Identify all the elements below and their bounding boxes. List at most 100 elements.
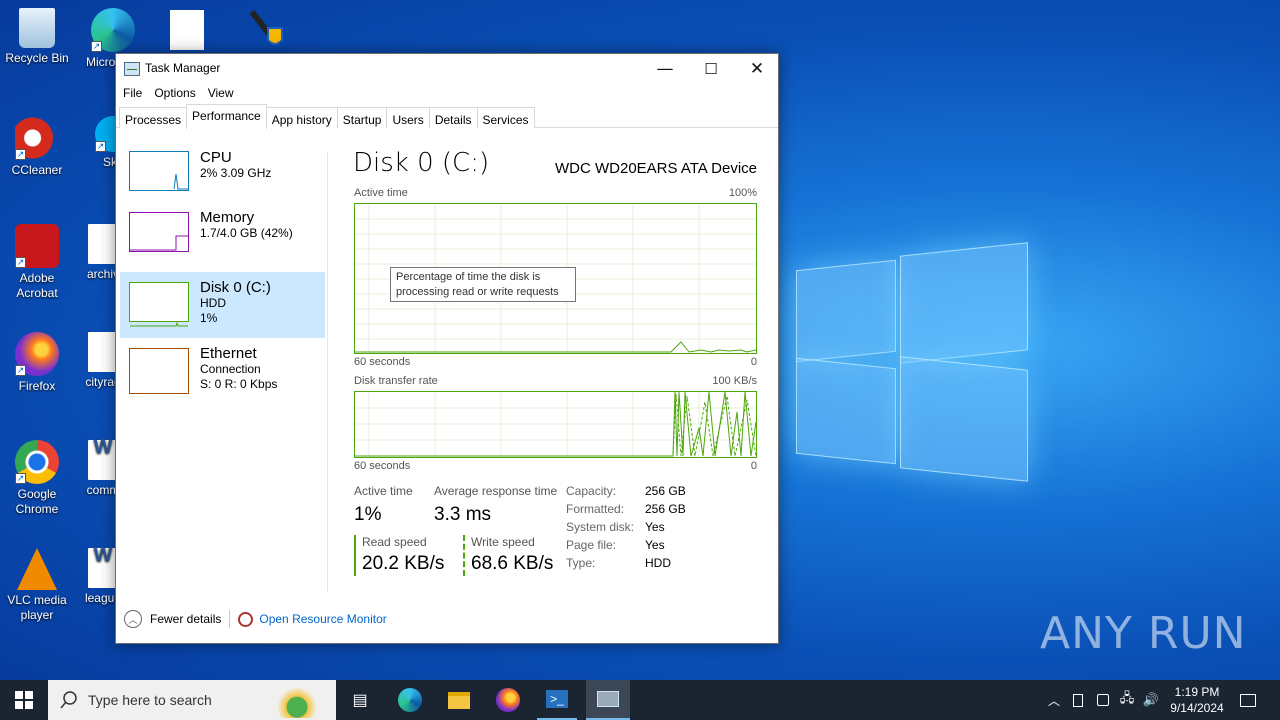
desktop-icon-label: VLC media player [7,593,67,622]
firefox-icon [496,688,520,712]
info-key-formatted: Formatted: [566,502,625,516]
memory-thumbnail-graph [129,212,189,252]
tab-startup[interactable]: Startup [336,107,388,128]
sidebar-item-label: Memory [200,209,255,226]
sidebar-item-label: CPU [200,149,232,166]
stat-avg-response-value: 3.3 ms [434,504,492,525]
sidebar-item-cpu[interactable]: CPU 2% 3.09 GHz [120,149,325,212]
word-doc-icon: W [88,437,118,480]
active-time-max-label: 100% [728,187,757,199]
menu-file[interactable]: File [123,83,148,104]
open-resource-monitor-link[interactable]: Open Resource Monitor [259,612,386,626]
task-view-button[interactable]: ▤ [340,680,380,720]
tab-processes[interactable]: Processes [119,107,188,128]
volume-icon: 🔊 [1142,692,1160,707]
tab-details[interactable]: Details [428,107,478,128]
vlc-icon [17,548,57,590]
tray-network-icon[interactable]: 🖧 [1116,680,1138,720]
tablet-icon [1073,693,1083,707]
tooltip-line: Percentage of time the disk is [396,271,541,283]
task-manager-window: Task Manager — ☐ ✕ File Options View Pro… [115,53,779,644]
task-view-icon: ▤ [352,692,368,709]
tray-clock[interactable]: 1:19 PM 9/14/2024 [1164,680,1230,720]
taskbar-task-manager[interactable] [586,680,630,720]
tab-users[interactable]: Users [386,107,430,128]
tooltip-line: processing read or write requests [396,286,559,298]
chevron-up-icon[interactable]: ︿ [124,610,142,628]
desktop-icon-label: CCleaner [11,163,63,177]
acrobat-icon: ↗ [15,224,59,268]
title-bar[interactable]: Task Manager — ☐ ✕ [116,54,778,83]
sidebar-item-ethernet[interactable]: Ethernet Connection S: 0 R: 0 Kbps [120,338,325,398]
sidebar-divider [327,152,328,592]
minimize-button[interactable]: — [642,54,688,83]
performance-sidebar: CPU 2% 3.09 GHz Memory 1.7/4.0 GB (42%) … [120,149,325,398]
desktop-icon-firefox[interactable]: ↗ Firefox [0,332,74,394]
sidebar-item-label: Ethernet [200,345,257,362]
edge-icon [398,688,422,712]
taskbar: Type here to search ▤ >_ ︿ 🖧 🔊 1:19 PM 9… [0,680,1280,720]
notification-center-button[interactable] [1234,680,1262,720]
footer: ︿ Fewer details Open Resource Monitor [124,610,387,628]
clock-time: 1:19 PM [1174,685,1220,699]
folder-icon [448,691,470,709]
active-time-zero-label: 0 [750,356,757,368]
desktop-icon-acrobat[interactable]: ↗ Adobe Acrobat [0,224,74,301]
maximize-button[interactable]: ☐ [688,54,734,83]
info-key-capacity: Capacity: [566,484,617,498]
tools-shield-icon[interactable] [244,6,286,50]
graph-tooltip: Percentage of time the disk is processin… [390,267,576,302]
info-value-formatted: 256 GB [645,502,686,516]
info-value-capacity: 256 GB [645,484,686,498]
transfer-rate-max-label: 100 KB/s [712,375,757,387]
close-button[interactable]: ✕ [734,54,780,83]
show-hidden-icons-button[interactable]: ︿ [1044,680,1064,720]
tab-app-history[interactable]: App history [265,107,338,128]
ethernet-thumbnail-graph [129,348,189,394]
sidebar-item-disk[interactable]: Disk 0 (C:) HDD 1% [120,272,325,338]
desktop-icon-vlc[interactable]: VLC media player [0,548,74,623]
tray-volume-icon[interactable]: 🔊 [1140,680,1162,720]
desktop-icon-chrome[interactable]: ↗ Google Chrome [0,440,74,517]
info-value-page-file: Yes [645,538,665,552]
ccleaner-icon: ↗ [15,116,59,160]
sidebar-item-sub: Connection [200,362,261,376]
desktop-file-icon[interactable] [170,10,204,50]
sidebar-item-sub: 2% 3.09 GHz [200,166,272,180]
stat-read-speed-label: Read speed [362,535,427,549]
transfer-rate-graph [354,391,757,458]
info-value-system-disk: Yes [645,520,665,534]
taskbar-powershell[interactable]: >_ [537,680,577,720]
tab-performance[interactable]: Performance [186,104,267,129]
info-key-system-disk: System disk: [566,520,635,534]
stat-active-time-label: Active time [354,484,413,498]
taskbar-search-box[interactable]: Type here to search [48,680,336,720]
desktop-icon-label: Firefox [18,379,56,393]
start-button[interactable] [0,680,48,720]
tray-tablet-icon[interactable] [1068,680,1088,720]
taskbar-file-explorer[interactable] [439,680,479,720]
powershell-icon: >_ [546,690,568,708]
taskbar-firefox[interactable] [488,680,528,720]
recycle-bin-icon [19,8,55,48]
tray-network-device-icon[interactable] [1092,680,1114,720]
window-title: Task Manager [145,61,221,75]
chrome-icon: ↗ [15,440,59,484]
desktop-icon-recycle-bin[interactable]: Recycle Bin [0,8,74,66]
menu-view[interactable]: View [208,83,240,104]
sidebar-item-sub: 1.7/4.0 GB (42%) [200,226,293,240]
fewer-details-button[interactable]: Fewer details [150,612,221,626]
tab-services[interactable]: Services [476,107,535,128]
image-file-icon [88,224,118,264]
sidebar-item-sub: 1% [200,311,218,325]
clock-date: 9/14/2024 [1170,701,1224,715]
info-key-type: Type: [566,556,596,570]
desktop-icon-ccleaner[interactable]: ↗ CCleaner [0,116,74,178]
notification-icon [1240,693,1256,707]
menu-options[interactable]: Options [154,83,201,104]
taskbar-edge[interactable] [390,680,430,720]
disk-thumbnail-graph [129,282,189,327]
anyrun-watermark: ANY RUN [1040,608,1247,659]
sidebar-item-memory[interactable]: Memory 1.7/4.0 GB (42%) [120,209,325,272]
stat-active-time-value: 1% [354,504,382,525]
